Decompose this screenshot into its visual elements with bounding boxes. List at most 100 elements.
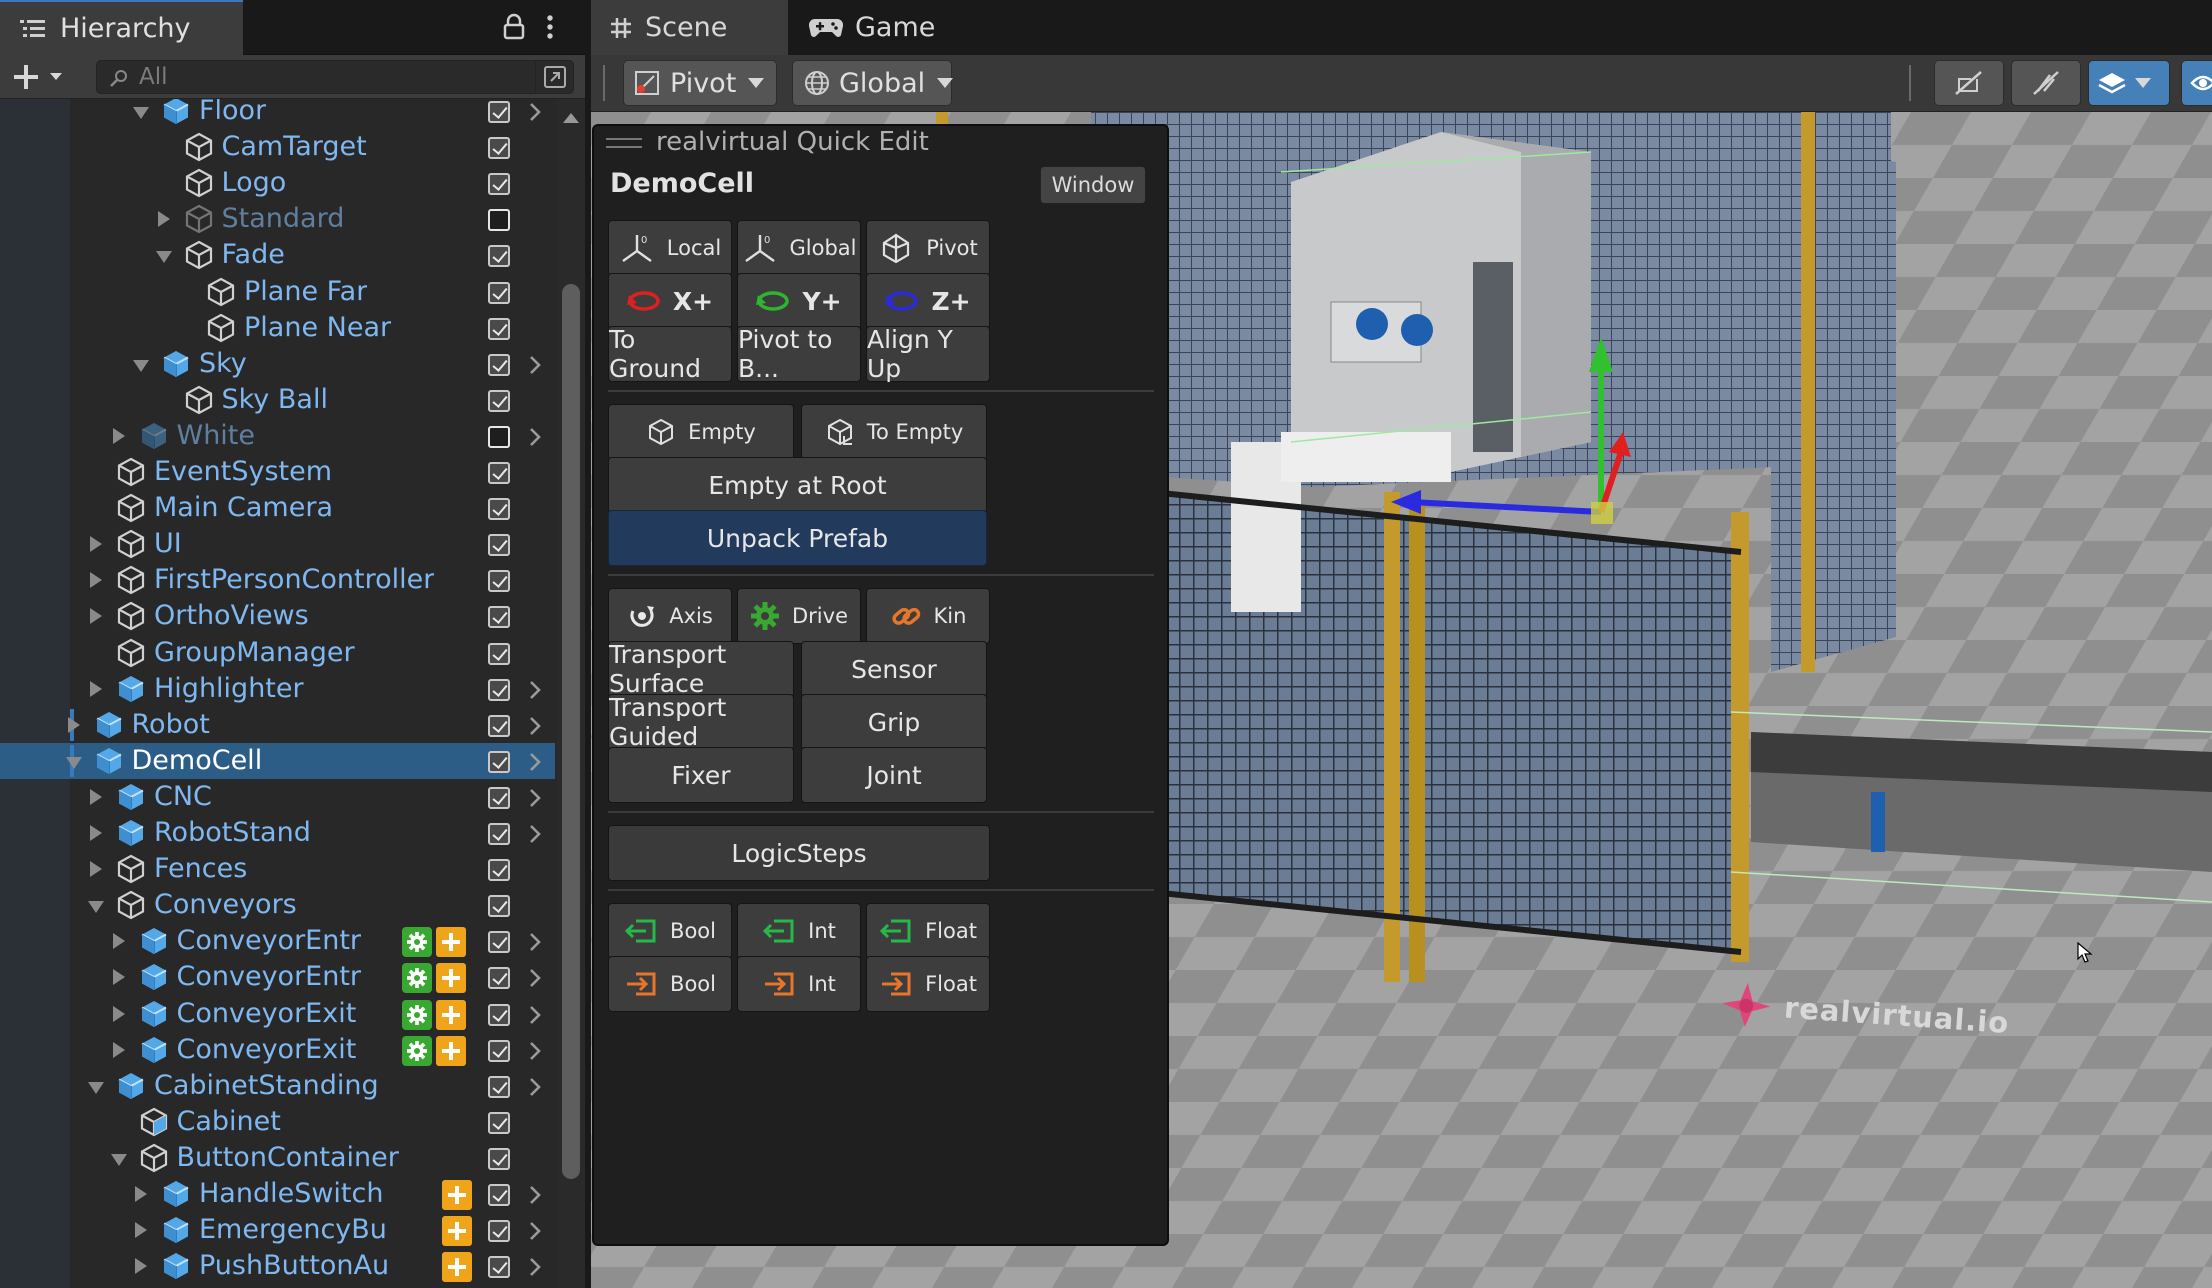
hierarchy-row[interactable]: Sky Ball bbox=[0, 382, 555, 418]
expand-arrow-right-icon[interactable] bbox=[90, 608, 102, 625]
hierarchy-row[interactable]: GroupManager bbox=[0, 635, 555, 671]
chevron-right-icon[interactable] bbox=[528, 788, 542, 808]
chevron-right-icon[interactable] bbox=[528, 752, 542, 772]
hierarchy-row[interactable]: EventSystem bbox=[0, 454, 555, 490]
global-pivot-button[interactable]: 0 Global bbox=[737, 220, 861, 276]
hierarchy-row[interactable]: UI bbox=[0, 526, 555, 562]
hierarchy-row[interactable]: ConveyorEntr bbox=[0, 923, 555, 959]
hierarchy-row[interactable]: Sky bbox=[0, 346, 555, 382]
visibility-button[interactable] bbox=[2181, 60, 2212, 106]
to-ground-button[interactable]: To Ground bbox=[608, 325, 732, 383]
active-toggle-checkbox[interactable] bbox=[488, 1256, 510, 1279]
hierarchy-row[interactable]: ConveyorExit bbox=[0, 1032, 555, 1068]
chevron-right-icon[interactable] bbox=[528, 1005, 542, 1025]
active-toggle-checkbox[interactable] bbox=[488, 1075, 510, 1098]
tab-game[interactable]: Game bbox=[809, 0, 935, 55]
transport-guided-button[interactable]: Transport Guided bbox=[608, 693, 794, 751]
tab-scene[interactable]: Scene bbox=[591, 0, 788, 55]
transport-surface-button[interactable]: Transport Surface bbox=[608, 640, 794, 698]
rotate-y-button[interactable]: Y+ bbox=[737, 273, 861, 329]
expand-arrow-right-icon[interactable] bbox=[112, 969, 125, 986]
active-toggle-checkbox[interactable] bbox=[488, 425, 510, 448]
expand-arrow-down-icon[interactable] bbox=[155, 251, 172, 264]
drag-handle-icon[interactable] bbox=[606, 138, 642, 148]
unpack-prefab-button[interactable]: Unpack Prefab bbox=[608, 510, 987, 566]
active-toggle-checkbox[interactable] bbox=[488, 1184, 510, 1206]
active-toggle-checkbox[interactable] bbox=[488, 823, 510, 845]
chevron-right-icon[interactable] bbox=[528, 1257, 542, 1277]
hierarchy-row[interactable]: CNC bbox=[0, 779, 555, 815]
expand-arrow-right-icon[interactable] bbox=[90, 825, 102, 841]
active-toggle-checkbox[interactable] bbox=[488, 245, 510, 268]
active-toggle-checkbox[interactable] bbox=[488, 570, 510, 593]
hierarchy-row[interactable]: Fade bbox=[0, 237, 555, 273]
expand-arrow-down-icon[interactable] bbox=[88, 901, 104, 914]
hierarchy-row[interactable]: EmergencyBu bbox=[0, 1212, 555, 1248]
chevron-right-icon[interactable] bbox=[528, 968, 542, 988]
expand-arrow-right-icon[interactable] bbox=[67, 716, 80, 733]
chevron-right-icon[interactable] bbox=[528, 427, 542, 447]
expand-arrow-down-icon[interactable] bbox=[88, 1081, 104, 1094]
layers-dropdown[interactable] bbox=[2088, 60, 2170, 106]
expand-arrow-right-icon[interactable] bbox=[90, 572, 102, 589]
expand-arrow-down-icon[interactable] bbox=[133, 107, 149, 119]
hierarchy-row[interactable]: Robot bbox=[0, 707, 555, 743]
expand-arrow-right-icon[interactable] bbox=[90, 680, 102, 697]
output-int-button[interactable]: Int bbox=[737, 956, 861, 1012]
active-toggle-checkbox[interactable] bbox=[488, 389, 510, 412]
active-toggle-checkbox[interactable] bbox=[488, 462, 510, 484]
output-float-button[interactable]: Float bbox=[866, 956, 990, 1012]
align-y-up-button[interactable]: Align Y Up bbox=[866, 325, 990, 383]
active-toggle-checkbox[interactable] bbox=[488, 534, 510, 557]
active-toggle-checkbox[interactable] bbox=[488, 967, 510, 990]
local-pivot-button[interactable]: 0 Local bbox=[608, 220, 732, 276]
hierarchy-row[interactable]: CamTarget bbox=[0, 129, 555, 165]
sensor-button[interactable]: Sensor bbox=[801, 641, 987, 697]
hierarchy-row[interactable]: Plane Far bbox=[0, 274, 555, 310]
active-toggle-checkbox[interactable] bbox=[488, 137, 510, 160]
toggle-lighting-button[interactable] bbox=[2011, 60, 2081, 106]
expand-search-icon[interactable] bbox=[535, 61, 573, 93]
hierarchy-row[interactable]: OrthoViews bbox=[0, 598, 555, 634]
chevron-right-icon[interactable] bbox=[528, 1077, 542, 1097]
hierarchy-row[interactable]: White bbox=[0, 418, 555, 454]
active-toggle-checkbox[interactable] bbox=[488, 750, 510, 773]
active-toggle-checkbox[interactable] bbox=[488, 786, 510, 809]
active-toggle-checkbox[interactable] bbox=[488, 606, 510, 629]
input-bool-button[interactable]: Bool bbox=[608, 903, 732, 959]
pivot-button[interactable]: Pivot bbox=[866, 220, 990, 276]
global-dropdown[interactable]: Global bbox=[792, 60, 954, 106]
expand-arrow-right-icon[interactable] bbox=[135, 1258, 147, 1275]
kin-button[interactable]: Kin bbox=[866, 588, 990, 644]
active-toggle-checkbox[interactable] bbox=[488, 642, 510, 665]
active-toggle-checkbox[interactable] bbox=[488, 895, 510, 918]
joint-button[interactable]: Joint bbox=[801, 747, 987, 803]
pivot-to-bottom-button[interactable]: Pivot to B... bbox=[737, 325, 861, 383]
expand-arrow-down-icon[interactable] bbox=[133, 359, 149, 372]
hierarchy-row[interactable]: DemoCell bbox=[0, 742, 555, 779]
expand-arrow-down-icon[interactable] bbox=[110, 1153, 127, 1166]
output-bool-button[interactable]: Bool bbox=[608, 956, 732, 1012]
empty-button[interactable]: Empty bbox=[608, 404, 794, 460]
expand-arrow-right-icon[interactable] bbox=[112, 427, 125, 444]
hierarchy-row[interactable]: Floor bbox=[0, 99, 555, 129]
chevron-right-icon[interactable] bbox=[528, 1185, 542, 1205]
expand-arrow-right-icon[interactable] bbox=[90, 536, 102, 553]
hierarchy-row[interactable]: Main Camera bbox=[0, 490, 555, 526]
expand-arrow-right-icon[interactable] bbox=[90, 861, 102, 878]
active-toggle-checkbox[interactable] bbox=[488, 859, 510, 882]
expand-arrow-right-icon[interactable] bbox=[112, 933, 125, 950]
rotate-z-button[interactable]: Z+ bbox=[866, 273, 990, 329]
active-toggle-checkbox[interactable] bbox=[488, 1039, 510, 1062]
expand-arrow-down-icon[interactable] bbox=[65, 756, 82, 769]
expand-arrow-right-icon[interactable] bbox=[135, 1186, 147, 1202]
hierarchy-row[interactable]: Standard bbox=[0, 201, 555, 237]
hierarchy-search[interactable]: All bbox=[96, 60, 574, 94]
input-int-button[interactable]: Int bbox=[737, 903, 861, 959]
hierarchy-row[interactable]: CabinetStanding bbox=[0, 1068, 555, 1104]
expand-arrow-right-icon[interactable] bbox=[157, 211, 170, 228]
hierarchy-row[interactable]: Cabinet bbox=[0, 1104, 555, 1140]
lock-icon[interactable] bbox=[502, 13, 526, 41]
toggle-2d-button[interactable] bbox=[1934, 60, 2004, 106]
active-toggle-checkbox[interactable] bbox=[488, 1147, 510, 1170]
